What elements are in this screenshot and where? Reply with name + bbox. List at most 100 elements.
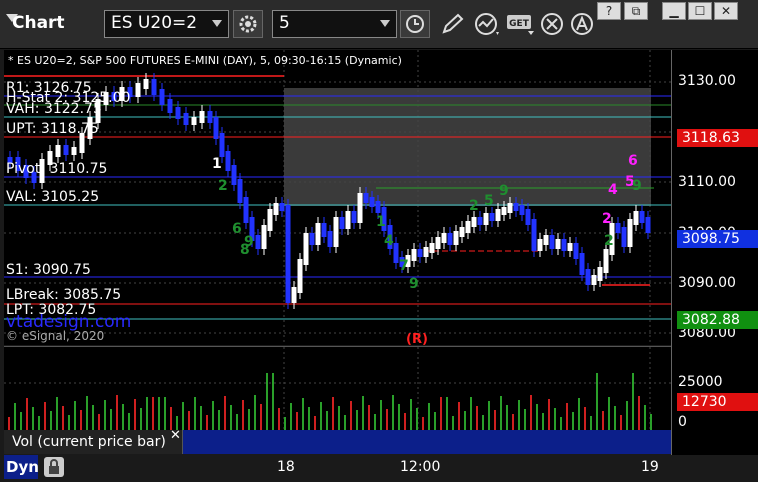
price-bar	[483, 213, 489, 225]
price-tick: 3130.00	[678, 73, 736, 89]
time-label: 18	[277, 459, 295, 475]
volume-bar	[350, 401, 352, 431]
close-button[interactable]: ✕	[714, 2, 738, 20]
volume-bar	[524, 409, 526, 431]
price-bar	[55, 145, 61, 157]
volume-bar	[74, 401, 76, 431]
draw-button[interactable]	[440, 12, 466, 40]
price-bar	[243, 197, 249, 223]
upt-price-tag: 3118.63	[677, 129, 758, 147]
studies-icon	[475, 13, 499, 35]
get-button[interactable]: GET	[506, 13, 536, 41]
price-axis[interactable]: 3130.00 3110.00 3100.00 3090.00 3080.00 …	[671, 50, 758, 455]
volume-bar	[86, 396, 88, 431]
help-button[interactable]: ?	[597, 2, 621, 20]
price-bar	[339, 217, 345, 229]
volume-bar	[518, 400, 520, 431]
volume-bar	[434, 412, 436, 431]
price-bar	[555, 239, 561, 249]
volume-bar	[626, 401, 628, 431]
alert-button[interactable]	[570, 12, 594, 40]
volume-bar	[224, 396, 226, 431]
lpt-price-tag: 3082.88	[677, 311, 758, 329]
price-bar	[585, 269, 591, 285]
lock-icon	[49, 459, 59, 474]
symbol-dropdown-icon[interactable]	[212, 20, 222, 27]
price-bar	[71, 147, 77, 155]
pencil-icon	[442, 13, 464, 34]
volume-bar	[182, 402, 184, 431]
volume-bar	[308, 407, 310, 431]
settings-button[interactable]	[233, 10, 263, 38]
price-bar	[327, 231, 333, 247]
sequential-count-mark: 2	[604, 233, 614, 249]
volume-bar	[158, 397, 160, 431]
sequential-count-mark: 8	[240, 242, 250, 258]
price-bar	[291, 287, 297, 303]
price-bar	[369, 197, 375, 207]
interval-dropdown-icon[interactable]	[380, 20, 390, 27]
studies-button[interactable]	[474, 12, 502, 40]
volume-bar	[296, 412, 298, 431]
time-axis[interactable]: Dyn 18 12:00 19	[0, 455, 758, 482]
volume-bar	[500, 396, 502, 431]
maximize-button[interactable]: ☐	[688, 2, 712, 20]
volume-bar	[92, 405, 94, 431]
symbol-input[interactable]: ES U20=2	[104, 10, 229, 38]
pivot-label: Pivot: 3110.75	[6, 161, 108, 177]
sequential-count-mark: 4	[608, 182, 618, 198]
price-bar	[429, 243, 435, 253]
volume-bar	[200, 406, 202, 431]
sequential-count-mark: 2	[602, 211, 612, 227]
dyn-label: Dyn	[6, 458, 39, 476]
volume-bar	[602, 411, 604, 431]
cancel-button[interactable]	[540, 12, 564, 40]
volume-bar	[416, 408, 418, 431]
volume-bar	[554, 408, 556, 431]
volume-bar	[104, 400, 106, 431]
volume-bar	[230, 405, 232, 431]
price-bar	[573, 243, 579, 259]
volume-bar	[458, 402, 460, 431]
minimize-button[interactable]: ▁	[662, 2, 686, 20]
volume-pane[interactable]	[4, 346, 671, 431]
study-bar[interactable]: Vol (current price bar) ✕	[4, 428, 671, 454]
clock-icon	[406, 15, 424, 33]
study-label: Vol (current price bar)	[12, 434, 166, 450]
close-study-icon[interactable]: ✕	[170, 428, 181, 443]
price-bar	[441, 233, 447, 243]
volume-bar	[266, 373, 268, 431]
maximize-icon: ☐	[694, 4, 706, 18]
price-chart[interactable]: 126981479259425692 * ES U20=2, S&P 500 F…	[4, 50, 671, 347]
volume-bar	[590, 416, 592, 431]
price-bar	[579, 253, 585, 275]
price-bar	[435, 237, 441, 249]
volume-bar	[632, 373, 634, 431]
volume-bar	[290, 403, 292, 431]
time-button[interactable]	[400, 10, 430, 38]
volume-bar	[62, 406, 64, 431]
close-icon: ✕	[720, 4, 732, 18]
price-bar	[627, 219, 633, 247]
price-bar	[321, 223, 327, 237]
price-bar	[591, 275, 597, 285]
price-bar	[525, 209, 531, 225]
volume-bar	[254, 395, 256, 431]
volume-bar	[374, 414, 376, 431]
volume-bar	[566, 403, 568, 431]
interval-input[interactable]: 5	[272, 10, 397, 38]
volume-bars	[8, 373, 652, 431]
price-bar	[417, 249, 423, 257]
price-bar	[561, 239, 567, 251]
price-bar	[191, 117, 197, 125]
link-button[interactable]: ⧉	[624, 2, 648, 20]
scale-button[interactable]	[44, 457, 64, 477]
volume-bar	[44, 402, 46, 431]
volume-bar	[614, 406, 616, 431]
volume-bar	[332, 397, 334, 431]
volume-bar	[302, 398, 304, 431]
price-bar	[477, 217, 483, 225]
chart-header: * ES U20=2, S&P 500 FUTURES E-MINI (DAY)…	[8, 54, 402, 67]
price-bar	[549, 235, 555, 249]
price-bar	[309, 233, 315, 245]
